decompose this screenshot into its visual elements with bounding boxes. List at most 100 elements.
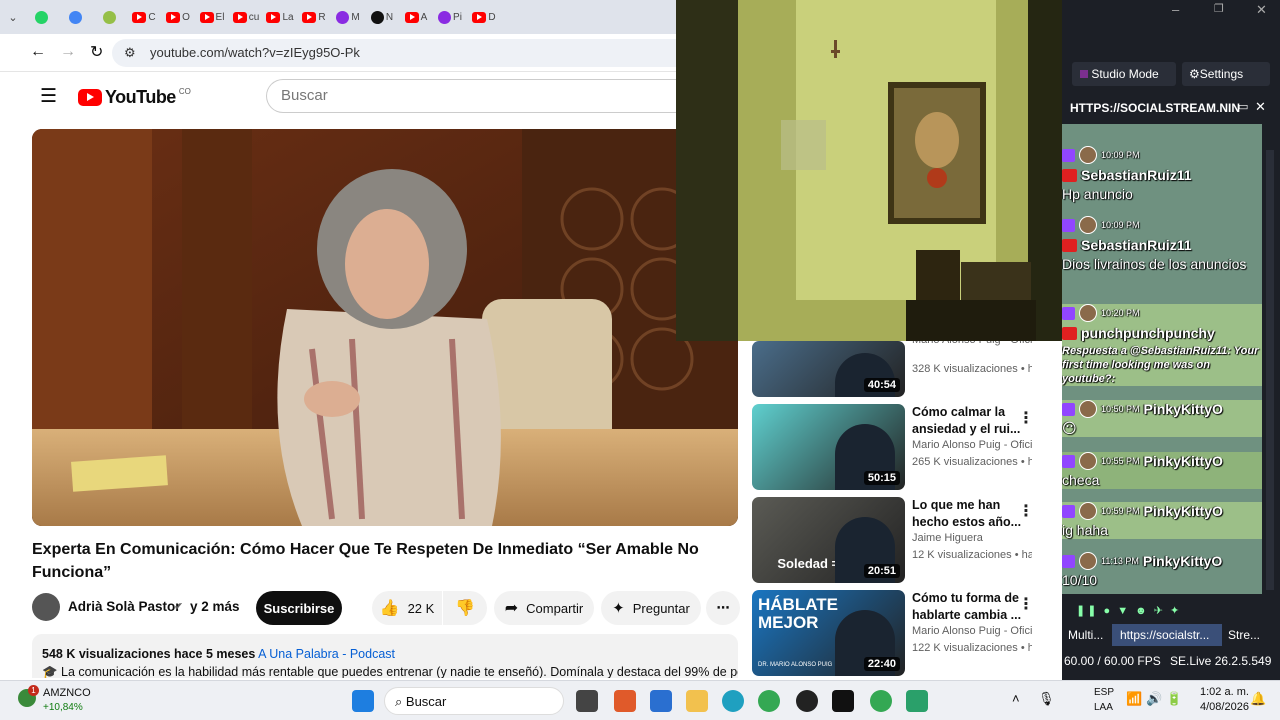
shopify-icon <box>102 10 116 24</box>
dock-tab-stream[interactable]: Stre... <box>1222 624 1280 646</box>
browser-tab[interactable]: A <box>400 4 432 30</box>
recommended-video[interactable]: HÁBLATE MEJOR DR. MARIO ALONSO PUIG 22:40 C… <box>752 590 1052 676</box>
browser-tab[interactable]: R <box>298 4 330 30</box>
close-window-icon[interactable]: ✕ <box>1256 2 1267 18</box>
description-tag[interactable]: A Una Palabra - Podcast <box>258 647 395 661</box>
reload-icon[interactable]: ↻ <box>90 42 103 62</box>
task-view-icon[interactable] <box>576 690 598 712</box>
subscribe-label: Suscribirse <box>263 600 335 616</box>
more-vert-icon[interactable]: ⋮ <box>1018 501 1034 521</box>
video-thumbnail[interactable]: 40:54 <box>752 341 905 397</box>
site-info-icon[interactable]: ⚙ <box>124 39 136 67</box>
battery-icon[interactable]: 🔋 <box>1166 691 1182 707</box>
volume-icon[interactable]: 🔊 <box>1146 691 1162 707</box>
more-vert-icon[interactable]: ⋮ <box>1018 594 1034 614</box>
dock-popout-icon[interactable]: ▭ <box>1238 100 1248 113</box>
browser-tab-strip: ⌄ C O El cu La R M N A Pi D <box>0 0 676 34</box>
browser-tab[interactable]: M <box>332 4 364 30</box>
chevron-up-icon[interactable]: ˄ <box>1012 691 1020 706</box>
recommended-title[interactable]: Lo que me han hecho estos año... <box>912 497 1024 531</box>
tiktok-icon[interactable] <box>832 690 854 712</box>
maximize-icon[interactable]: ❐ <box>1214 2 1224 15</box>
lang-line2[interactable]: LAA <box>1094 702 1113 713</box>
video-player[interactable] <box>32 129 738 526</box>
dock-tab-socialstream[interactable]: https://socialstr... <box>1112 624 1222 646</box>
browser-tab[interactable]: El <box>196 4 228 30</box>
search-icon: ⌕ <box>395 694 403 709</box>
start-icon[interactable] <box>352 690 374 712</box>
webcam-frame <box>676 0 1062 341</box>
settings-button[interactable]: ⚙Settings <box>1182 62 1270 86</box>
chat-header: 10:55 PM PinkyKittyO <box>1062 452 1262 470</box>
snip-icon[interactable] <box>906 690 928 712</box>
store-icon[interactable] <box>650 690 672 712</box>
channel-name[interactable]: Adrià Solà Pastor <box>68 599 181 614</box>
tab-search-button[interactable]: ⌄ <box>2 4 24 30</box>
dock-tab-multi[interactable]: Multi... <box>1062 624 1112 646</box>
subscribe-button[interactable]: Suscribirse <box>256 591 342 625</box>
version-readout: SE.Live 26.2.5.549 <box>1170 654 1272 668</box>
dock-close-icon[interactable]: ✕ <box>1255 99 1266 115</box>
chrome-icon[interactable] <box>758 690 780 712</box>
clock-date[interactable]: 4/08/2026 <box>1200 701 1249 713</box>
more-vert-icon[interactable]: ⋮ <box>1018 408 1034 428</box>
explorer-icon[interactable] <box>686 690 708 712</box>
browser-tab[interactable]: N <box>366 4 398 30</box>
obs-icon[interactable] <box>796 690 818 712</box>
share-button[interactable]: ➦ Compartir <box>494 591 594 625</box>
browser-tab[interactable] <box>94 4 126 30</box>
chat-header: 10:20 PM <box>1062 304 1262 322</box>
studio-mode-button[interactable]: Studio Mode <box>1072 62 1176 86</box>
browser-tab[interactable]: C <box>128 4 160 30</box>
wifi-icon[interactable]: 📶 <box>1126 691 1142 707</box>
chat-time: 10:09 PM <box>1101 150 1140 160</box>
video-thumbnail[interactable]: 50:15 <box>752 404 905 490</box>
back-icon[interactable]: ← <box>30 43 46 61</box>
edge-icon[interactable] <box>722 690 744 712</box>
browser-tab[interactable]: O <box>162 4 194 30</box>
youtube-logo-icon <box>78 89 102 106</box>
notification-icon[interactable]: 🔔 <box>1250 691 1266 707</box>
address-bar[interactable]: ⚙ youtube.com/watch?v=zIEyg95O-Pk <box>112 39 676 67</box>
more-actions-button[interactable]: ⋯ <box>706 591 740 625</box>
browser-tab[interactable] <box>26 4 58 30</box>
recommended-video[interactable]: 40:54Mario Alonso Puig - Ofici...328 K v… <box>752 334 1052 397</box>
chrome-profile-icon[interactable] <box>870 690 892 712</box>
taskbar-search[interactable]: ⌕ Buscar <box>384 687 564 715</box>
channel-avatar[interactable] <box>32 593 60 621</box>
mic-icon[interactable]: 🎙 <box>1038 691 1055 707</box>
browser-tab[interactable]: D <box>468 4 500 30</box>
description-box[interactable]: 548 K visualizaciones hace 5 meses A Una… <box>32 634 738 678</box>
browser-tab[interactable]: Pi <box>434 4 466 30</box>
youtube-icon <box>132 11 147 23</box>
clock-time[interactable]: 1:02 a. m. <box>1200 686 1249 698</box>
recommended-title[interactable]: Cómo tu forma de hablarte cambia ... <box>912 590 1024 624</box>
recommended-video[interactable]: 50:15 Cómo calmar la ansiedad y el rui...… <box>752 404 1052 490</box>
minimize-icon[interactable]: – <box>1172 2 1179 17</box>
ask-button[interactable]: ✦ Preguntar <box>601 591 701 625</box>
chat-username: PinkyKittyO <box>1143 453 1223 469</box>
sub-badge-icon <box>1062 326 1077 340</box>
browser-tab[interactable]: La <box>264 4 296 30</box>
recommended-video[interactable]: Soledad = Poder 20:51 Lo que me han hecho … <box>752 497 1052 583</box>
video-thumbnail[interactable]: HÁBLATE MEJOR DR. MARIO ALONSO PUIG 22:40 <box>752 590 905 676</box>
stock-widget[interactable]: 1 AMZNCO +10,84% <box>18 685 128 716</box>
browser-tab[interactable]: cu <box>230 4 262 30</box>
dislike-button[interactable]: 👎 <box>443 591 487 625</box>
video-thumbnail[interactable]: Soledad = Poder 20:51 <box>752 497 905 583</box>
recommended-title[interactable]: Cómo calmar la ansiedad y el rui... <box>912 404 1024 438</box>
brave-icon[interactable] <box>614 690 636 712</box>
forward-icon[interactable]: → <box>60 43 76 61</box>
taskbar-search-label: Buscar <box>405 694 447 709</box>
youtube-logo[interactable]: YouTube CO <box>78 87 191 108</box>
menu-icon[interactable]: ☰ <box>40 85 57 108</box>
search-input[interactable]: Buscar <box>266 79 676 113</box>
chat-text: 😶 <box>1062 420 1077 436</box>
obs-scrollbar[interactable] <box>1266 150 1274 590</box>
browser-tab[interactable] <box>60 4 92 30</box>
studio-mode-icon <box>1080 70 1088 78</box>
chat-time: 10:55 PM <box>1101 456 1140 466</box>
channel-more[interactable]: y 2 más <box>190 599 240 614</box>
like-button[interactable]: 👍 22 K <box>372 591 442 625</box>
lang-line1[interactable]: ESP <box>1094 687 1114 698</box>
